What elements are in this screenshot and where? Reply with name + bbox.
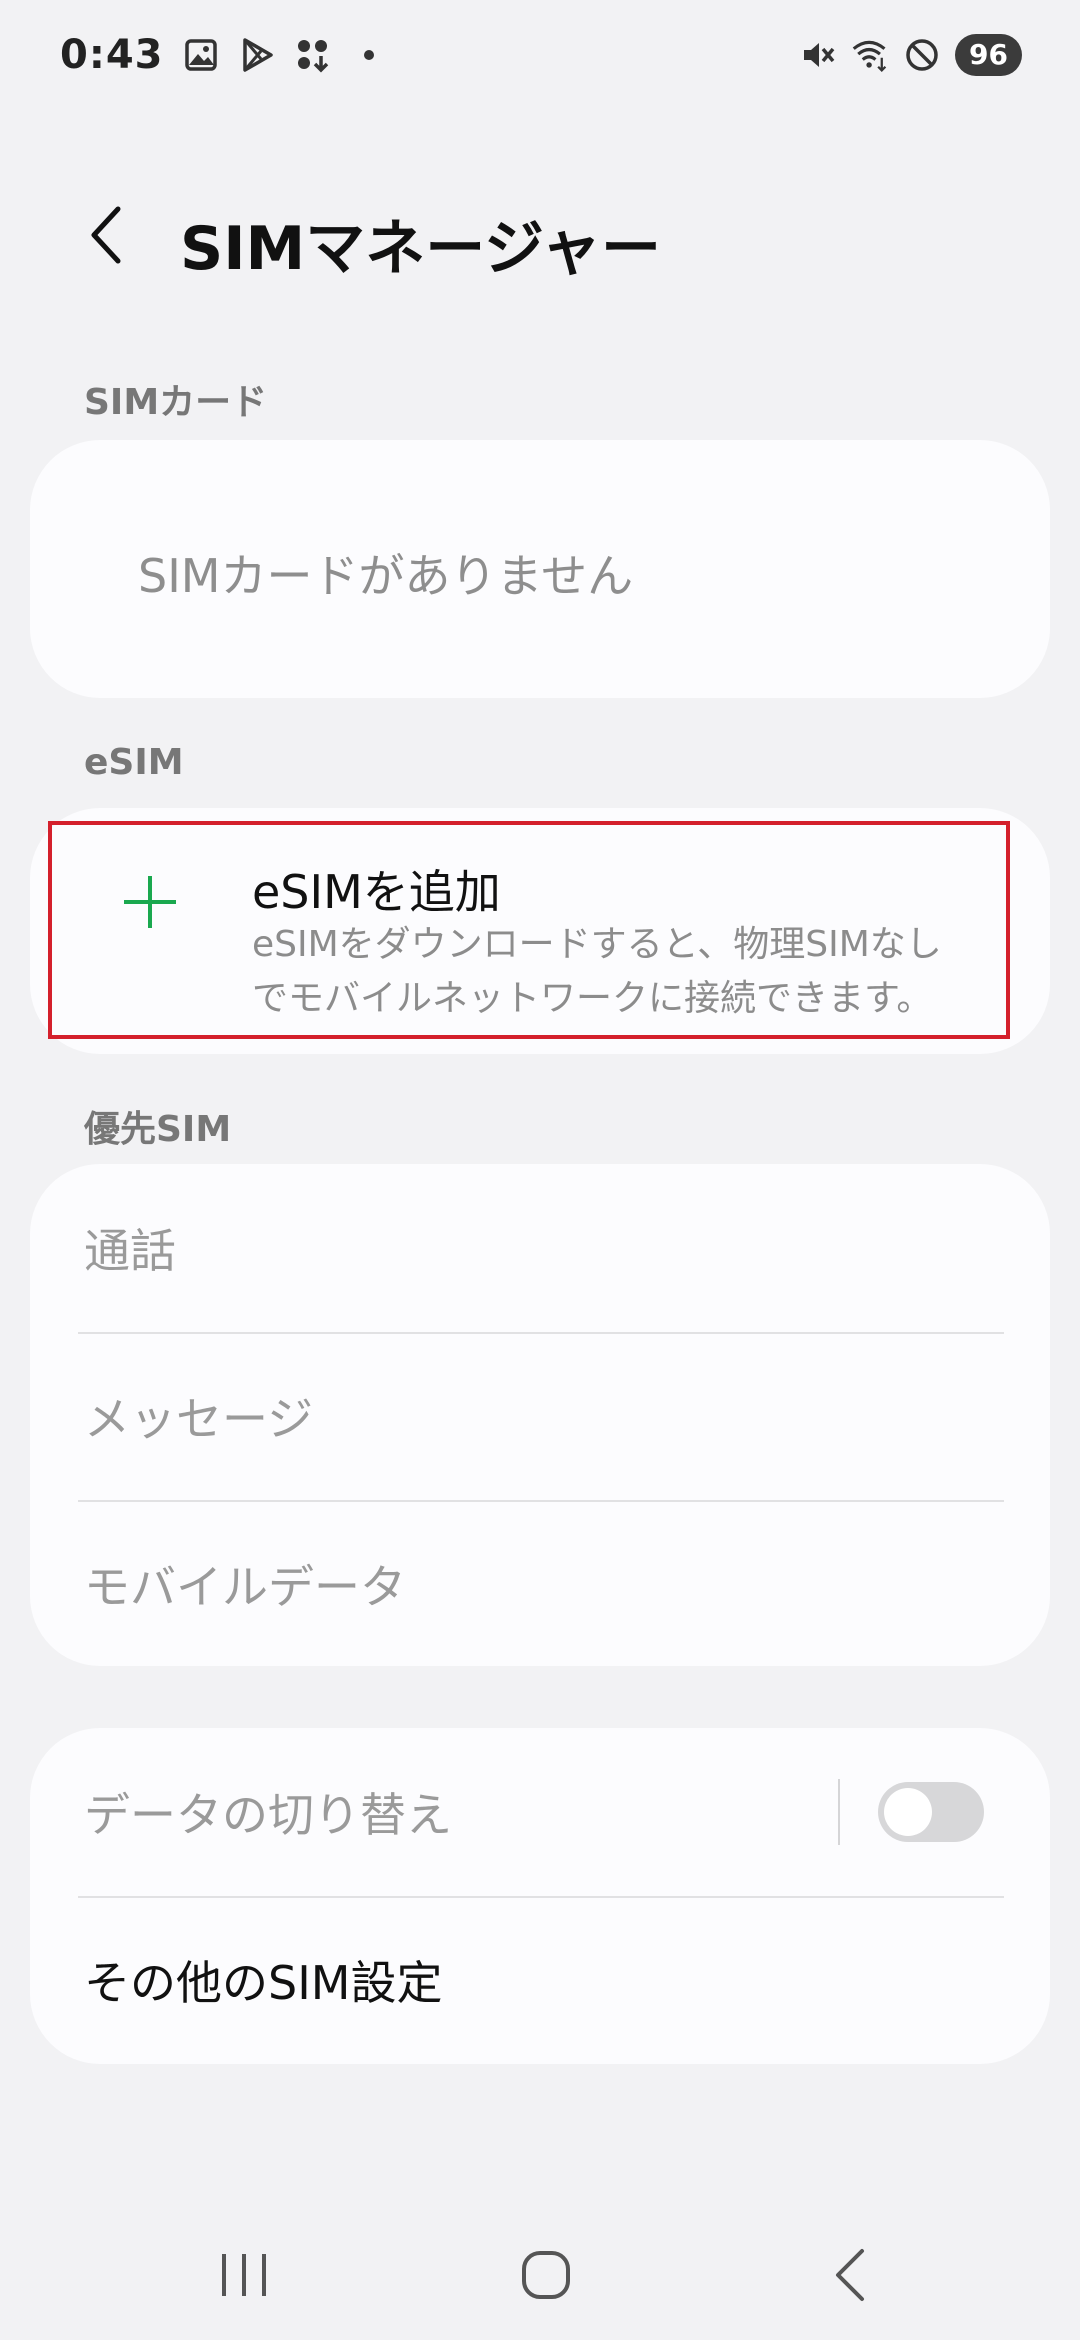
back-icon bbox=[836, 2249, 864, 2301]
page-title: SIMマネージャー bbox=[180, 214, 662, 284]
status-bar: 0:43 96 bbox=[0, 0, 1080, 110]
navigation-bar bbox=[0, 2200, 1080, 2340]
section-label-preferred-sim: 優先SIM bbox=[84, 1109, 232, 1150]
add-esim-description: eSIMをダウンロードすると、物理SIMなし でモバイルネットワークに接続できま… bbox=[252, 918, 992, 1026]
more-sim-settings[interactable]: その他のSIM設定 bbox=[30, 1896, 1050, 2064]
home-button[interactable] bbox=[506, 2240, 586, 2310]
screen: 0:43 96 SIMマネージャー SIMカード SIMカードがありません eS… bbox=[0, 0, 1080, 2340]
mute-icon bbox=[799, 36, 837, 74]
add-esim-description-line2: でモバイルネットワークに接続できます。 bbox=[252, 978, 933, 1019]
status-time: 0:43 bbox=[60, 32, 164, 78]
more-sim-settings-label: その他のSIM設定 bbox=[84, 1956, 443, 2010]
status-right: 96 bbox=[799, 34, 1022, 76]
preferred-sim-mobile-data[interactable]: モバイルデータ bbox=[30, 1500, 1050, 1668]
preferred-sim-message-label: メッセージ bbox=[84, 1392, 314, 1446]
preferred-sim-mobile-data-label: モバイルデータ bbox=[84, 1560, 406, 1614]
preferred-sim-panel: 通話 メッセージ モバイルデータ bbox=[30, 1164, 1050, 1666]
data-switch-toggle[interactable] bbox=[878, 1782, 984, 1842]
other-settings-panel: データの切り替え その他のSIM設定 bbox=[30, 1728, 1050, 2064]
recent-apps-button[interactable] bbox=[204, 2240, 284, 2310]
data-switch-label: データの切り替え bbox=[84, 1788, 452, 1842]
section-label-sim-card: SIMカード bbox=[84, 382, 268, 423]
no-sim-card-text: SIMカードがありません bbox=[138, 549, 634, 603]
nav-back-button[interactable] bbox=[810, 2240, 890, 2310]
sim-card-panel: SIMカードがありません bbox=[30, 440, 1050, 698]
gallery-icon bbox=[182, 36, 220, 74]
chevron-left-icon bbox=[91, 206, 121, 264]
dot-icon bbox=[350, 36, 388, 74]
header: SIMマネージャー bbox=[0, 180, 1080, 290]
battery-level: 96 bbox=[955, 34, 1022, 76]
status-left: 0:43 bbox=[60, 32, 388, 78]
add-esim-title: eSIMを追加 bbox=[252, 865, 501, 919]
section-label-esim: eSIM bbox=[84, 742, 184, 783]
plus-icon bbox=[124, 876, 176, 928]
add-esim-button[interactable]: eSIMを追加 eSIMをダウンロードすると、物理SIMなし でモバイルネットワ… bbox=[30, 808, 1050, 1054]
recent-apps-icon bbox=[222, 2254, 266, 2296]
do-not-disturb-icon bbox=[903, 36, 941, 74]
vertical-separator bbox=[838, 1779, 840, 1845]
preferred-sim-message[interactable]: メッセージ bbox=[30, 1332, 1050, 1500]
app-download-icon bbox=[294, 36, 332, 74]
home-icon bbox=[522, 2251, 570, 2299]
esim-panel: eSIMを追加 eSIMをダウンロードすると、物理SIMなし でモバイルネットワ… bbox=[30, 808, 1050, 1054]
preferred-sim-call-label: 通話 bbox=[84, 1224, 176, 1278]
toggle-knob bbox=[884, 1788, 932, 1836]
play-store-icon bbox=[238, 36, 276, 74]
wifi-icon bbox=[851, 36, 889, 74]
back-button[interactable] bbox=[76, 202, 136, 268]
add-esim-description-line1: eSIMをダウンロードすると、物理SIMなし bbox=[252, 924, 942, 965]
preferred-sim-call[interactable]: 通話 bbox=[30, 1164, 1050, 1332]
